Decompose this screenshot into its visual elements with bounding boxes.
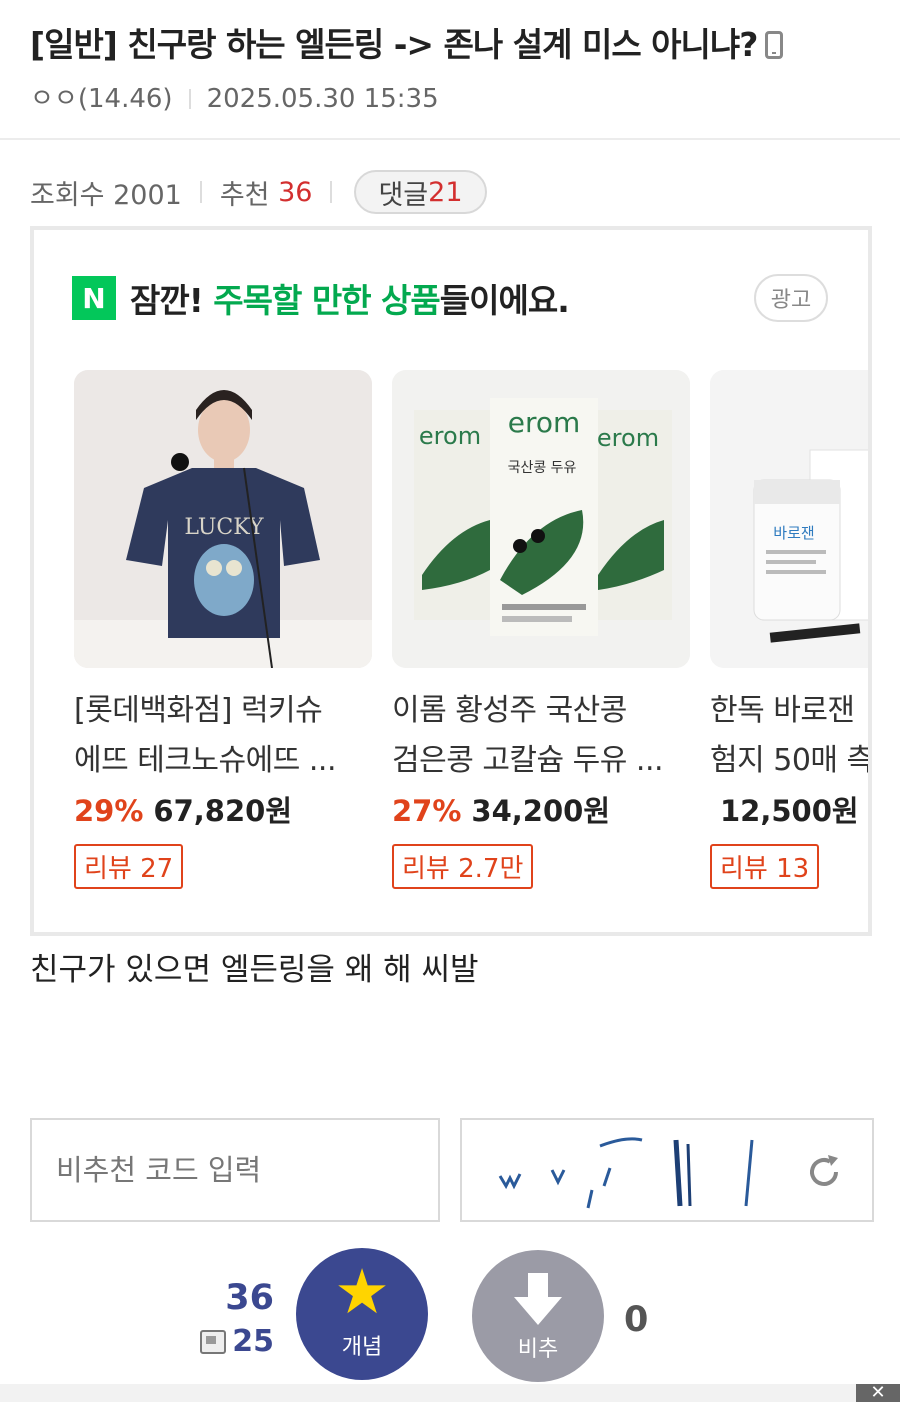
divider [199, 181, 202, 203]
product-name-line2: 에뜨 테크노슈에뜨 ... [74, 743, 336, 778]
recommend-count: 36 [278, 176, 313, 208]
upvote-button[interactable]: ★ 개념 [296, 1248, 428, 1380]
product-name[interactable]: 한독 바로잰 험지 50매 측 [710, 686, 872, 786]
product-price-row: 29% 67,820원 [74, 788, 372, 830]
product-price: 12,500원 [720, 794, 859, 828]
naver-logo-icon: N [72, 276, 116, 320]
downvote-count: 0 [624, 1300, 649, 1340]
ad-container: N 잠깐! 주목할 만한 상품들이에요. 광고 LUCKY [롯데백화점] 럭키… [30, 226, 872, 936]
vote-area: 36 25 ★ 개념 비추 0 [0, 1248, 900, 1388]
product-name[interactable]: 이롬 황성주 국산콩 검은콩 고칼슘 두유 ... [392, 686, 690, 786]
product-review-badge: 리뷰 13 [710, 844, 820, 889]
product-name-line2: 검은콩 고칼슘 두유 ... [392, 743, 664, 778]
upvote-label: 개념 [341, 1335, 383, 1360]
fixed-upvote-count: 25 [200, 1324, 274, 1359]
downvote-button[interactable]: 비추 [472, 1250, 604, 1382]
product-name-line1: 한독 바로잰 [710, 693, 855, 728]
post-title-text: [일반] 친구랑 하는 엘든링 -> 존나 설계 미스 아니냐? [30, 25, 758, 64]
fixed-upvote-value: 25 [232, 1324, 274, 1359]
product-name-line1: [롯데백화점] 럭키슈 [74, 693, 323, 728]
close-icon[interactable]: ✕ [856, 1384, 900, 1402]
product-review-badge: 리뷰 27 [74, 844, 184, 889]
ad-header: N 잠깐! 주목할 만한 상품들이에요. [72, 274, 570, 322]
product-card[interactable]: 바로잰 한독 바로잰 험지 50매 측 12,500원 리뷰 13 [710, 370, 872, 889]
fixed-upvote-icon [200, 1329, 227, 1354]
product-price-row: 27% 34,200원 [392, 788, 690, 830]
product-carousel[interactable]: LUCKY [롯데백화점] 럭키슈 에뜨 테크노슈에뜨 ... 29% 67,82… [74, 370, 872, 889]
box-brand-text-right: erom [597, 424, 659, 452]
comments-label: 댓글 [378, 179, 429, 211]
ad-headline-highlight: 주목할 만한 상품 [213, 281, 440, 320]
divider [188, 89, 191, 109]
product-price: 67,820원 [153, 794, 293, 828]
post-title: [일반] 친구랑 하는 엘든링 -> 존나 설계 미스 아니냐? [30, 18, 784, 66]
product-price: 34,200원 [471, 794, 611, 828]
ad-badge[interactable]: 광고 [754, 274, 828, 322]
post-meta: ㅇㅇ(14.46) 2025.05.30 15:35 [30, 78, 439, 115]
ad-headline: 잠깐! 주목할 만한 상품들이에요. [130, 274, 570, 322]
strip-brand-text: 바로잰 [773, 524, 814, 542]
refresh-icon[interactable] [804, 1152, 844, 1192]
downvote-label: 비추 [517, 1337, 559, 1362]
box-brand-text-left: erom [419, 422, 481, 450]
product-discount: 27% [392, 794, 462, 828]
views-count: 조회수 2001 [30, 179, 182, 211]
downvote-code-input[interactable] [30, 1118, 440, 1222]
header-divider [0, 138, 900, 140]
product-name-line2: 험지 50매 측 [710, 743, 872, 778]
product-card[interactable]: erom erom erom 국산콩 두유 이롬 황성주 국산콩 검은콩 고칼슘… [392, 370, 690, 889]
captcha-glyphs: w v 1 / | | / [486, 1217, 492, 1219]
product-image[interactable]: 바로잰 [710, 370, 868, 668]
test-strip-image: 바로잰 [710, 370, 868, 668]
down-arrow-icon [514, 1273, 562, 1325]
tshirt-model-image: LUCKY [74, 370, 372, 668]
product-image[interactable]: LUCKY [74, 370, 372, 668]
recommend-label: 추천 [219, 179, 270, 211]
product-name[interactable]: [롯데백화점] 럭키슈 에뜨 테크노슈에뜨 ... [74, 686, 372, 786]
product-card[interactable]: LUCKY [롯데백화점] 럭키슈 에뜨 테크노슈에뜨 ... 29% 67,82… [74, 370, 372, 889]
divider [330, 181, 333, 203]
post-body: 친구가 있으면 엘든링을 왜 해 씨발 [30, 952, 479, 988]
product-name-line1: 이롬 황성주 국산콩 [392, 693, 627, 728]
box-product-text: 국산콩 두유 [508, 460, 577, 476]
captcha-image: w v 1 / | | / [486, 1137, 754, 1219]
star-icon: ★ [334, 1255, 390, 1328]
post-stats: 조회수 2001 추천 36 댓글 21 [30, 170, 487, 214]
comments-count: 21 [428, 176, 463, 208]
product-review-badge: 리뷰 2.7만 [392, 844, 534, 889]
ad-headline-suffix: 들이에요. [439, 281, 570, 320]
comments-button[interactable]: 댓글 21 [354, 170, 487, 214]
bottom-ad-strip [0, 1384, 900, 1402]
product-discount: 29% [74, 794, 144, 828]
captcha-box: w v 1 / | | / [460, 1118, 874, 1222]
ad-headline-prefix: 잠깐! [130, 281, 214, 320]
mobile-icon [765, 31, 784, 59]
author-name[interactable]: ㅇㅇ(14.46) [30, 84, 173, 114]
product-image[interactable]: erom erom erom 국산콩 두유 [392, 370, 690, 668]
product-price-row: 12,500원 [710, 788, 868, 830]
soymilk-box-image: erom erom erom 국산콩 두유 [392, 370, 690, 668]
upvote-count: 36 [225, 1278, 274, 1318]
box-brand-text: erom [508, 406, 581, 439]
post-datetime: 2025.05.30 15:35 [206, 84, 439, 114]
